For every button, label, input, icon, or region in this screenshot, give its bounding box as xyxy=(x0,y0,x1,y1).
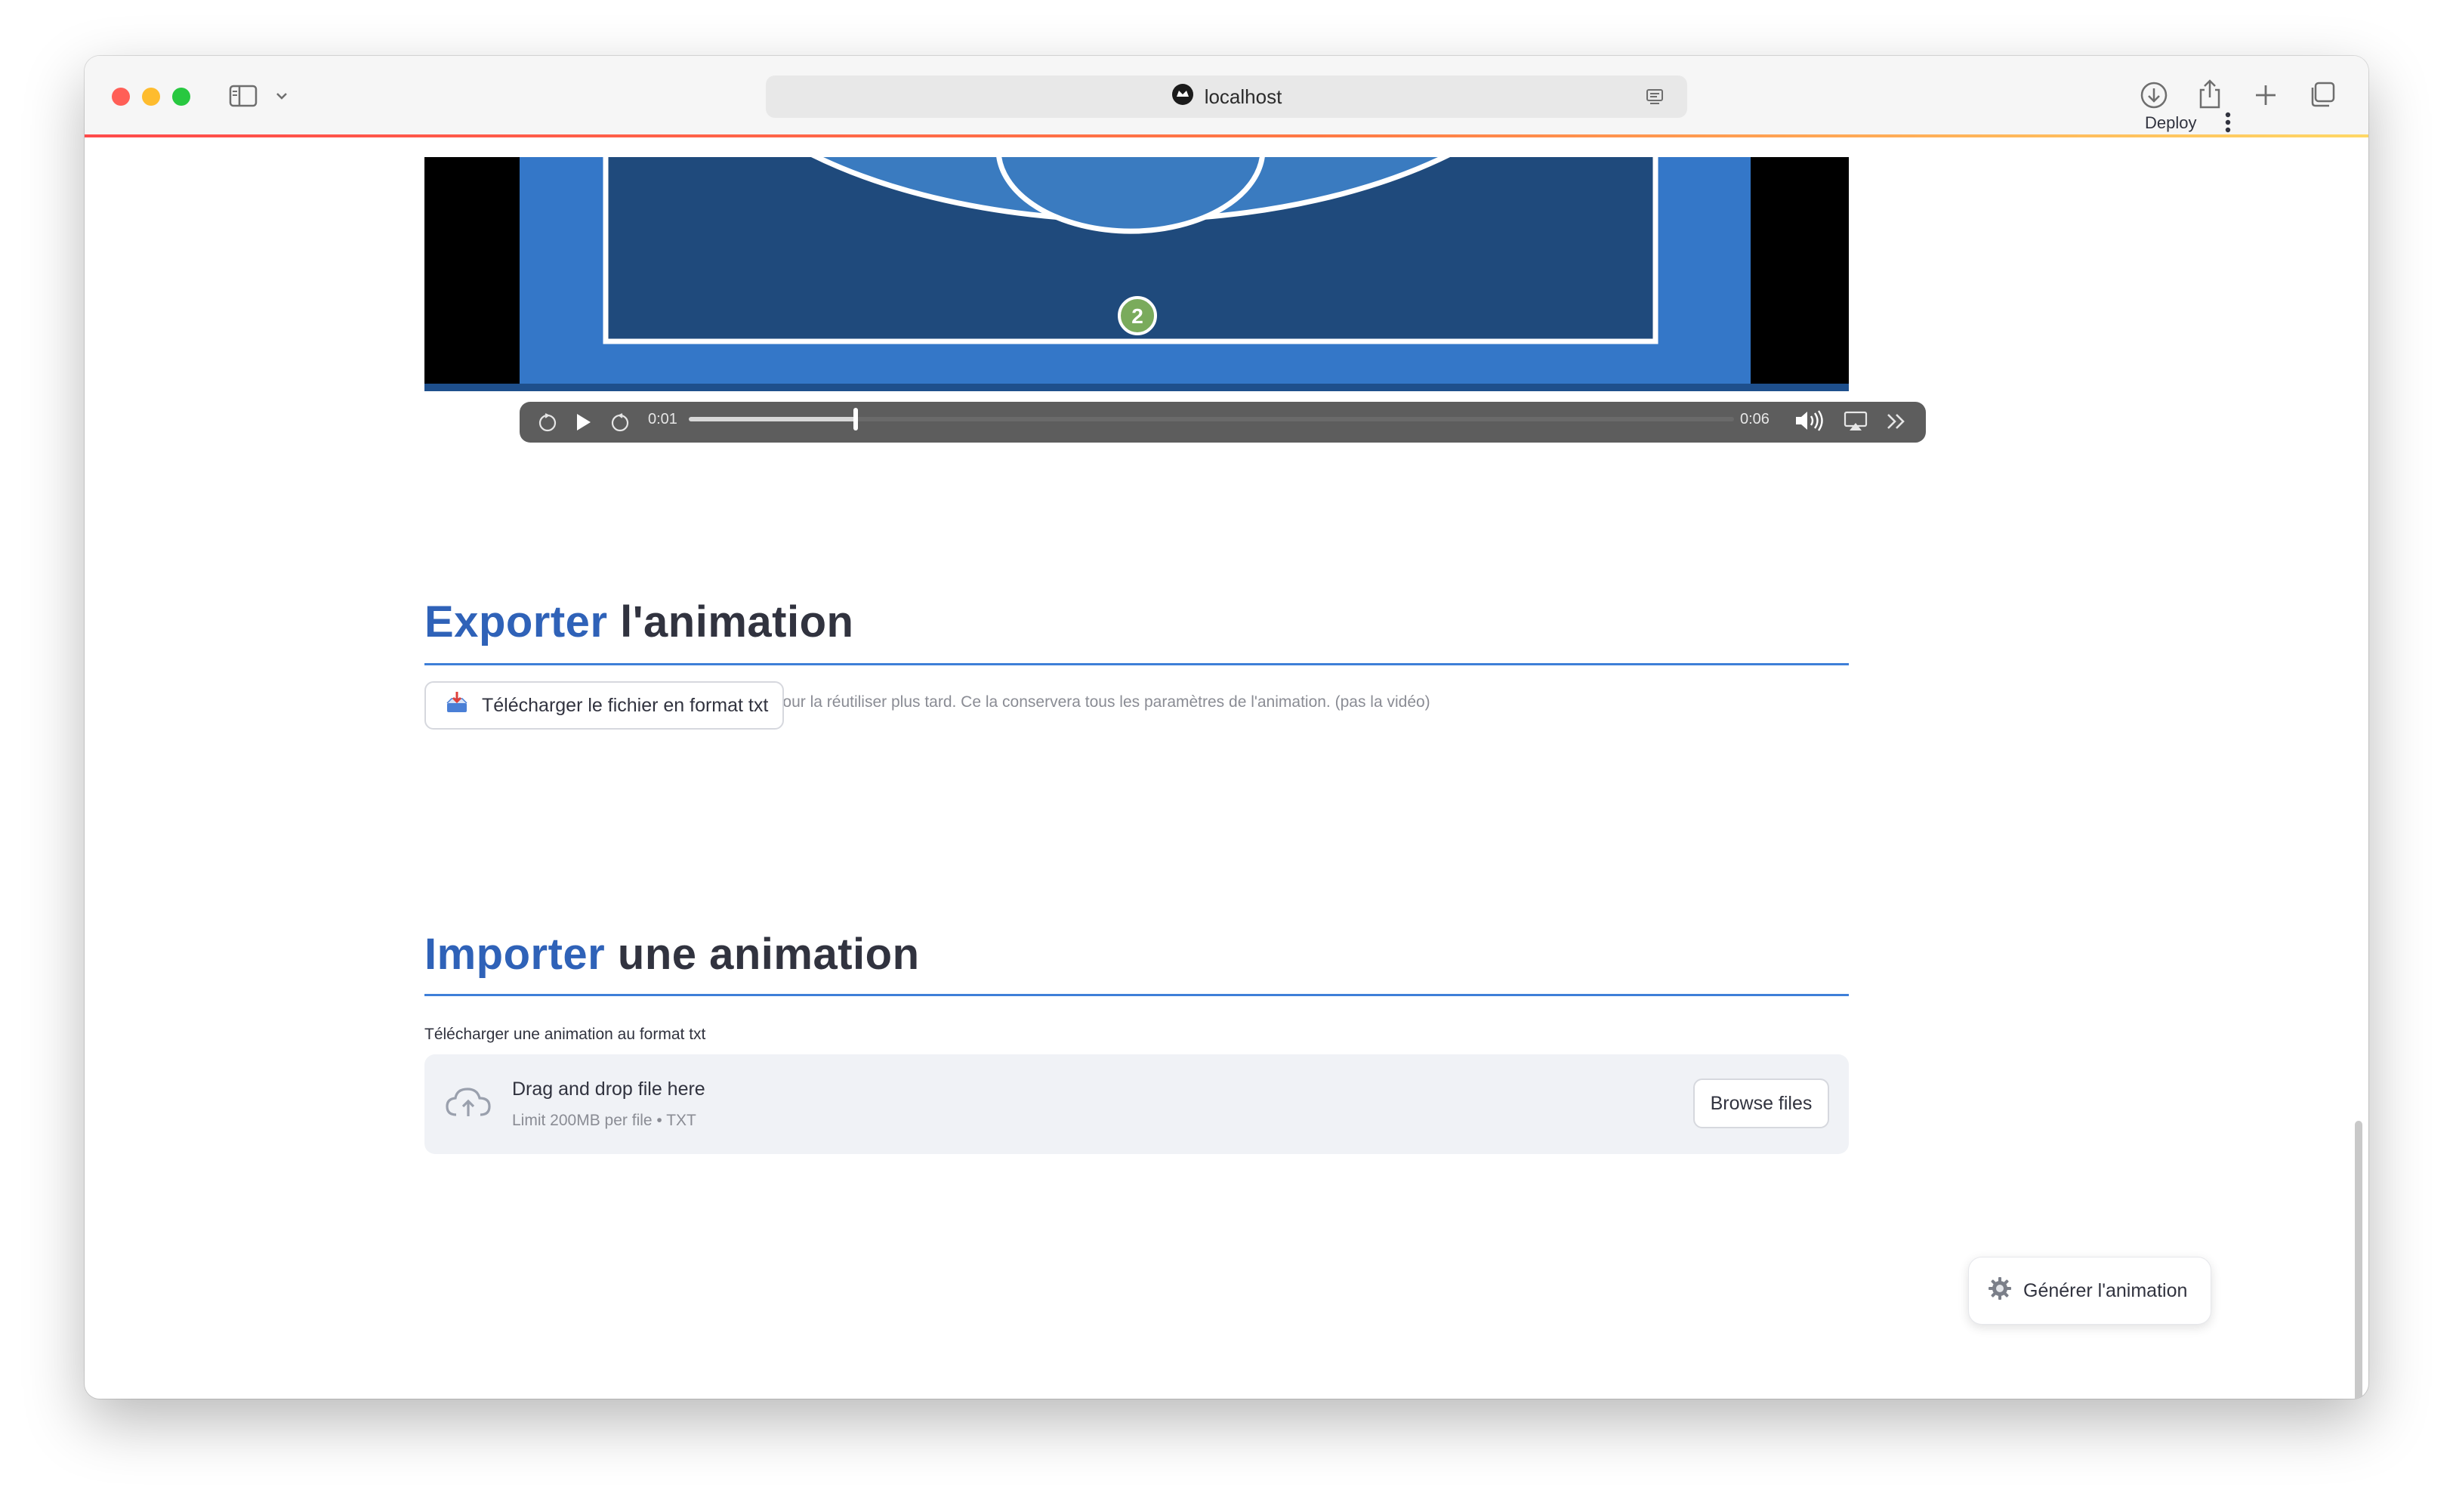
export-heading: Exporter l'animation xyxy=(424,597,853,647)
dropzone-title: Drag and drop file here xyxy=(512,1078,705,1100)
inbox-tray-icon xyxy=(444,690,470,721)
video-player[interactable]: 2 xyxy=(424,157,1849,391)
airplay-icon[interactable] xyxy=(1843,409,1868,434)
export-heading-accent: Exporter xyxy=(424,597,608,646)
seek-bar-progress xyxy=(689,417,856,421)
more-icon[interactable] xyxy=(1884,409,1909,434)
download-txt-button-label: Télécharger le fichier en format txt xyxy=(482,694,769,716)
page-scrollbar[interactable] xyxy=(2355,1121,2362,1399)
new-tab-icon[interactable] xyxy=(2251,80,2281,110)
site-favicon xyxy=(1171,83,1194,111)
export-heading-divider xyxy=(424,663,1849,665)
forward-icon[interactable] xyxy=(609,409,631,435)
dropzone-hint: Limit 200MB per file • TXT xyxy=(512,1112,696,1129)
download-txt-button[interactable]: Télécharger le fichier en format txt xyxy=(424,681,784,730)
address-bar[interactable]: localhost xyxy=(766,76,1687,118)
generate-animation-label: Générer l'animation xyxy=(2023,1279,2188,1301)
import-heading: Importer une animation xyxy=(424,929,920,980)
sidebar-icon[interactable] xyxy=(228,83,258,109)
current-time: 0:01 xyxy=(648,411,677,427)
deploy-button[interactable]: Deploy xyxy=(2145,113,2196,133)
video-frame xyxy=(424,157,1849,391)
kebab-menu-icon[interactable] xyxy=(2217,109,2239,136)
file-dropzone[interactable]: Drag and drop file here Limit 200MB per … xyxy=(424,1054,1849,1154)
import-heading-accent: Importer xyxy=(424,930,606,979)
tabs-overview-icon[interactable] xyxy=(2306,79,2338,110)
duration-time: 0:06 xyxy=(1740,411,1770,427)
play-icon[interactable] xyxy=(572,409,594,435)
minimize-window-button[interactable] xyxy=(142,88,160,106)
seek-bar-thumb[interactable] xyxy=(853,408,858,430)
close-window-button[interactable] xyxy=(112,88,130,106)
browser-toolbar: localhost xyxy=(85,56,2368,135)
share-icon[interactable] xyxy=(2195,77,2225,110)
url-text: localhost xyxy=(1204,85,1282,108)
chevron-down-icon[interactable] xyxy=(273,88,290,104)
player-marker-label: 2 xyxy=(1131,304,1143,328)
export-heading-rest: l'animation xyxy=(620,597,854,646)
uploader-label: Télécharger une animation au format txt xyxy=(424,1026,706,1043)
reader-icon[interactable] xyxy=(1643,86,1666,109)
app-decoration-line xyxy=(85,134,2368,137)
import-heading-divider xyxy=(424,994,1849,996)
download-icon[interactable] xyxy=(2139,80,2169,110)
generate-animation-button[interactable]: Générer l'animation xyxy=(1968,1257,2211,1325)
import-heading-rest: une animation xyxy=(617,930,920,979)
volume-icon[interactable] xyxy=(1793,408,1826,434)
zoom-window-button[interactable] xyxy=(172,88,190,106)
gear-icon xyxy=(1987,1276,2013,1307)
cloud-upload-icon xyxy=(444,1083,492,1122)
rewind-icon[interactable] xyxy=(536,409,559,435)
video-controls xyxy=(520,402,1926,443)
browse-files-button[interactable]: Browse files xyxy=(1693,1078,1829,1128)
